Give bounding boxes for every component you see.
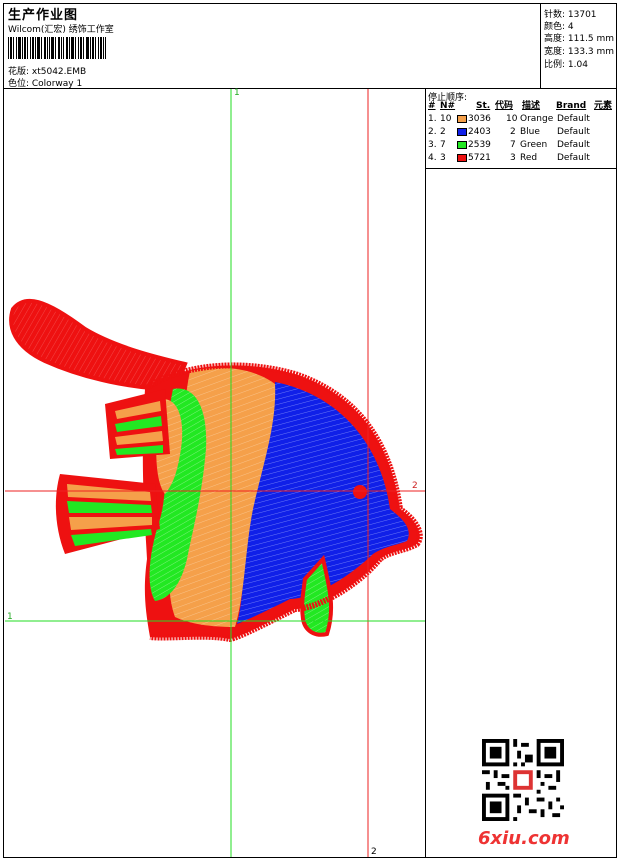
fish-eye [353, 485, 367, 499]
stats-divider [540, 3, 541, 88]
green-vertical-label: 1 [234, 88, 240, 98]
col-desc: 描述 [522, 101, 541, 111]
row-needle: 3 [440, 153, 446, 163]
colorway-name: 色位: Colorway 1 [8, 79, 83, 89]
red-vertical-label: 2 [371, 847, 377, 857]
row-code: 10 [506, 114, 518, 124]
design-height: 高度: 111.5 mm [544, 34, 615, 44]
col-num: # [428, 101, 436, 111]
row-stitches: 3036 [468, 114, 491, 124]
color-swatch [457, 128, 467, 136]
green-horizontal-label: 1 [7, 612, 13, 622]
row-num: 3. [428, 140, 437, 150]
row-desc: Red [520, 153, 538, 163]
row-num: 1. [428, 114, 437, 124]
color-swatch [457, 115, 467, 123]
panel-divider [425, 88, 426, 858]
row-stitches: 5721 [468, 153, 491, 163]
watermark-logo: 6xiu.com [478, 828, 570, 849]
col-brand: Brand [556, 101, 587, 111]
col-element: 元素 [594, 101, 613, 111]
row-code: 3 [510, 153, 516, 163]
row-num: 4. [428, 153, 437, 163]
col-needle: N# [440, 101, 456, 111]
row-num: 2. [428, 127, 437, 137]
col-code: 代码 [495, 101, 514, 111]
row-desc: Blue [520, 127, 540, 137]
design-scale: 比例: 1.04 [544, 60, 588, 70]
barcode [8, 37, 106, 59]
table-row: 1. 10 3036 10 Orange Default [426, 113, 618, 126]
row-brand: Default [557, 127, 590, 137]
table-header: # N# St. 代码 描述 Brand 元素 [426, 100, 618, 113]
dorsal-fin [9, 298, 188, 392]
table-row: 2. 2 2403 2 Blue Default [426, 126, 618, 139]
table-row: 3. 7 2539 7 Green Default [426, 139, 618, 152]
row-stitches: 2539 [468, 140, 491, 150]
table-divider [425, 168, 617, 169]
company-name: Wilcom(汇宏) 绣饰工作室 [8, 25, 114, 35]
row-desc: Orange [520, 114, 554, 124]
row-needle: 2 [440, 127, 446, 137]
row-brand: Default [557, 140, 590, 150]
row-brand: Default [557, 114, 590, 124]
page-title: 生产作业图 [8, 8, 79, 23]
qr-code [482, 739, 564, 821]
row-code: 7 [510, 140, 516, 150]
row-brand: Default [557, 153, 590, 163]
row-needle: 7 [440, 140, 446, 150]
upper-striped-fin [105, 389, 170, 459]
design-width: 宽度: 133.3 mm [544, 47, 615, 57]
design-canvas [5, 89, 425, 857]
stop-sequence-table: # N# St. 代码 描述 Brand 元素 1. 10 3036 10 Or… [426, 100, 618, 165]
col-stitches: St. [476, 101, 491, 111]
row-stitches: 2403 [468, 127, 491, 137]
tail-striped-fin [55, 474, 160, 554]
row-desc: Green [520, 140, 548, 150]
row-code: 2 [510, 127, 516, 137]
color-swatch [457, 154, 467, 162]
table-row: 4. 3 5721 3 Red Default [426, 152, 618, 165]
color-swatch [457, 141, 467, 149]
red-horizontal-label: 2 [412, 481, 418, 491]
row-needle: 10 [440, 114, 452, 124]
